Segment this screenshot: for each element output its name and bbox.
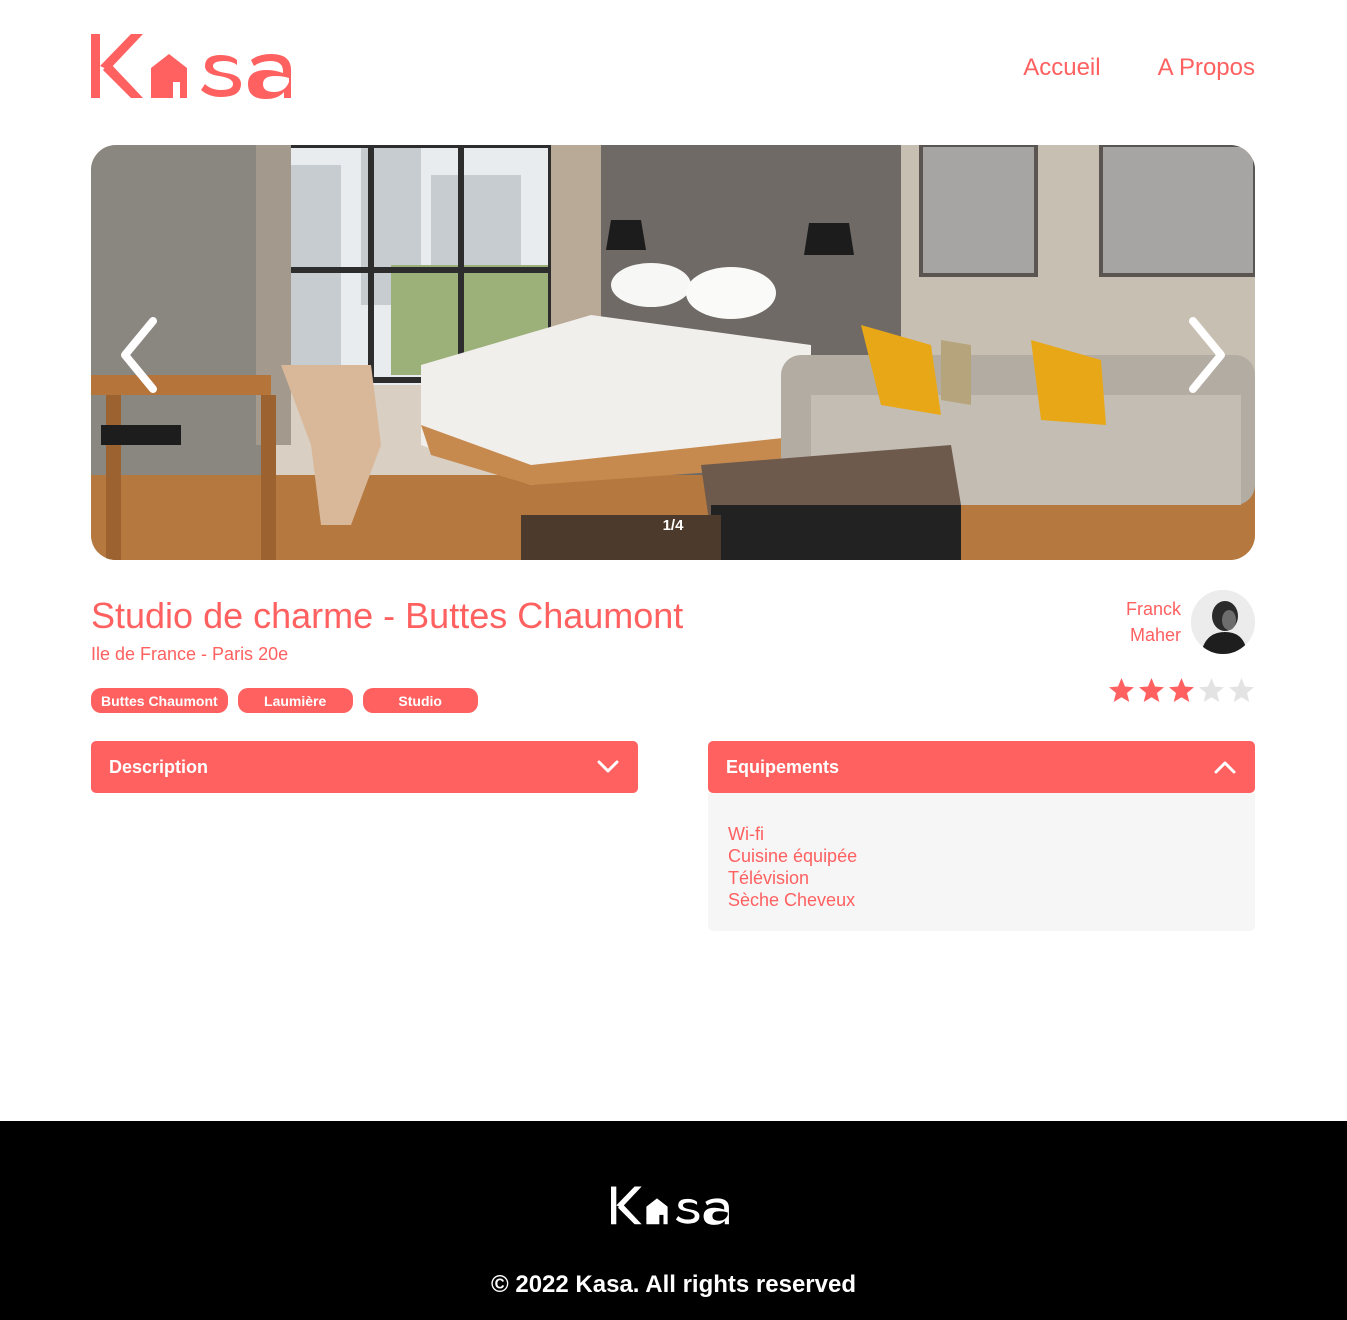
nav-link-accueil[interactable]: Accueil <box>1023 54 1100 82</box>
kasa-footer-logo <box>611 1186 729 1225</box>
host-last-name: Maher <box>1129 625 1181 645</box>
star-empty-icon <box>1229 678 1254 702</box>
chevron-down-icon[interactable] <box>596 759 620 775</box>
carousel-next-arrow-icon[interactable] <box>1181 315 1231 395</box>
equipements-list: Wi-fi Cuisine équipée Télévision Sèche C… <box>708 793 1255 931</box>
tag: Buttes Chaumont <box>91 688 228 713</box>
chevron-up-icon[interactable] <box>1213 759 1237 775</box>
star-filled-icon <box>1139 678 1164 702</box>
main-nav: Accueil A Propos <box>1023 54 1255 82</box>
star-filled-icon <box>1169 678 1194 702</box>
tag: Laumière <box>237 688 353 713</box>
listing-location: Ile de France - Paris 20e <box>91 644 289 664</box>
host-avatar <box>1191 590 1255 654</box>
equipements-collapse-title: Equipements <box>726 756 840 777</box>
image-carousel: 1/4 <box>91 145 1255 560</box>
nav-link-a-propos[interactable]: A Propos <box>1158 54 1255 82</box>
tag: Studio <box>362 688 478 713</box>
site-footer: © 2022 Kasa. All rights reserved <box>0 1121 1347 1320</box>
host-portrait <box>1191 590 1255 654</box>
star-filled-icon <box>1109 678 1134 702</box>
host-info: Franck Maher <box>1101 590 1255 654</box>
tag-list: Buttes Chaumont Laumière Studio <box>91 688 478 713</box>
site-header: Accueil A Propos <box>91 32 1255 102</box>
description-collapse: Description <box>91 741 638 793</box>
listing-photo <box>91 145 1255 560</box>
description-collapse-title: Description <box>109 756 209 777</box>
host-first-name: Franck <box>1125 599 1181 619</box>
equipements-collapse: Equipements Wi-fi Cuisine équipée Télévi… <box>708 741 1255 931</box>
carousel-prev-arrow-icon[interactable] <box>115 315 165 395</box>
listing-title: Studio de charme - Buttes Chaumont <box>91 595 684 636</box>
rating-stars <box>1108 677 1255 704</box>
equipements-collapse-header[interactable]: Equipements <box>708 741 1255 793</box>
star-empty-icon <box>1199 678 1224 702</box>
equipement-item: Sèche Cheveux <box>728 890 856 910</box>
host-name: Franck Maher <box>1101 596 1181 648</box>
description-collapse-header[interactable]: Description <box>91 741 638 793</box>
copyright-text: © 2022 Kasa. All rights reserved <box>491 1271 856 1298</box>
kasa-logo[interactable] <box>91 32 303 102</box>
equipement-item: Wi-fi <box>728 824 764 844</box>
carousel-counter: 1/4 <box>662 517 684 534</box>
equipement-item: Télévision <box>728 868 810 888</box>
equipement-item: Cuisine équipée <box>728 846 858 866</box>
